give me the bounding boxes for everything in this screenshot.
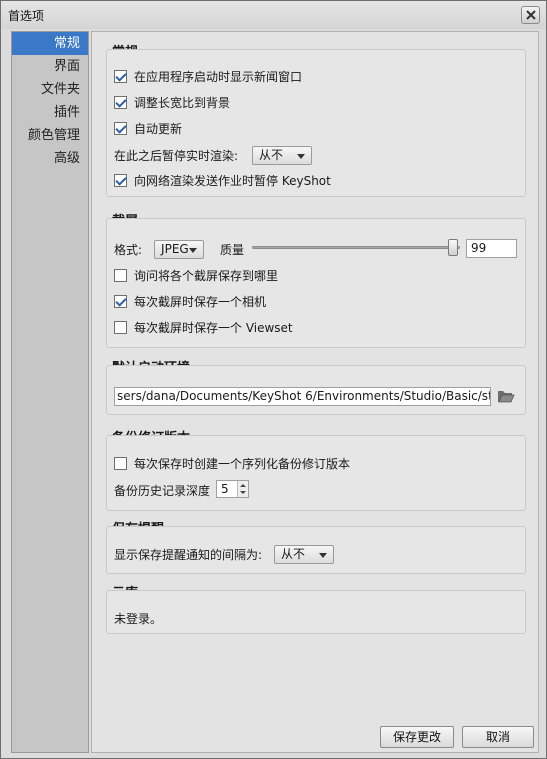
quality-slider-track[interactable] (252, 246, 460, 249)
ask-location-checkbox[interactable] (114, 269, 127, 282)
window-title: 首选项 (8, 9, 45, 23)
chevron-down-icon (297, 154, 306, 159)
quality-label: 质量 (220, 243, 245, 257)
fit-aspect-label: 调整长宽比到背景 (134, 96, 231, 110)
quality-slider-handle[interactable] (448, 239, 458, 256)
sidebar-item-advanced[interactable]: 高级 (12, 147, 88, 170)
format-value: JPEG (161, 242, 189, 256)
auto-update-label: 自动更新 (134, 122, 183, 136)
sidebar-item-general[interactable]: 常规 (12, 32, 88, 55)
save-changes-button[interactable]: 保存更改 (380, 726, 454, 748)
save-camera-row: 每次截屏时保存一个相机 (114, 293, 266, 310)
auto-update-row: 自动更新 (114, 120, 182, 137)
pause-network-row: 向网络渲染发送作业时暂停 KeyShot (114, 172, 331, 189)
save-viewset-row: 每次截屏时保存一个 Viewset (114, 319, 293, 336)
stepper-down-icon[interactable] (240, 491, 246, 494)
ask-location-label: 询问将各个截屏保存到哪里 (134, 269, 279, 283)
ask-location-row: 询问将各个截屏保存到哪里 (114, 267, 278, 284)
reminder-interval-label: 显示保存提醒通知的间隔为: (114, 548, 263, 562)
backup-depth-label: 备份历史记录深度 (114, 484, 211, 498)
backup-group (106, 435, 526, 511)
reminder-interval-dropdown[interactable]: 从不 (274, 545, 335, 564)
save-camera-label: 每次截屏时保存一个相机 (134, 295, 267, 309)
folder-open-icon[interactable] (497, 389, 515, 403)
chevron-down-icon (189, 248, 198, 253)
sidebar: 常规 界面 文件夹 插件 颜色管理 高级 (11, 31, 89, 753)
backup-depth-value: 5 (221, 482, 229, 496)
settings-panel: 常规 在应用程序启动时显示新闻窗口 调整长宽比到背景 自动更新 在此之后暂停实时… (91, 31, 539, 753)
pause-render-row: 在此之后暂停实时渲染: 从不 (114, 146, 313, 165)
stepper-buttons[interactable] (237, 481, 248, 497)
title-bar: 首选项 (1, 1, 546, 29)
environment-path-input[interactable]: sers/dana/Documents/KeyShot 6/Environmen… (114, 387, 491, 406)
close-button[interactable] (521, 6, 540, 24)
cancel-button[interactable]: 取消 (462, 726, 534, 748)
sidebar-item-color-management[interactable]: 颜色管理 (12, 124, 88, 147)
show-news-checkbox[interactable] (114, 70, 127, 83)
serialize-checkbox[interactable] (114, 457, 127, 470)
show-news-row: 在应用程序启动时显示新闻窗口 (114, 68, 302, 85)
sidebar-item-folders[interactable]: 文件夹 (12, 78, 88, 101)
show-news-label: 在应用程序启动时显示新闻窗口 (134, 70, 303, 84)
cloud-status-row: 未登录。 (114, 610, 162, 627)
auto-update-checkbox[interactable] (114, 122, 127, 135)
pause-render-value: 从不 (259, 148, 284, 162)
reminder-interval-row: 显示保存提醒通知的间隔为: 从不 (114, 545, 335, 564)
backup-depth-stepper[interactable]: 5 (216, 480, 249, 498)
format-label: 格式: (114, 243, 143, 257)
save-camera-checkbox[interactable] (114, 295, 127, 308)
cloud-status-text: 未登录。 (114, 612, 163, 626)
format-dropdown[interactable]: JPEG (154, 240, 205, 259)
serialize-row: 每次保存时创建一个序列化备份修订版本 (114, 455, 350, 472)
stepper-up-icon[interactable] (240, 484, 246, 487)
pause-render-label: 在此之后暂停实时渲染: (114, 149, 239, 163)
pause-network-checkbox[interactable] (114, 174, 127, 187)
cloud-group (106, 590, 526, 634)
pause-render-dropdown[interactable]: 从不 (252, 146, 313, 165)
close-icon (526, 10, 536, 20)
reminder-interval-value: 从不 (281, 547, 306, 561)
save-viewset-checkbox[interactable] (114, 321, 127, 334)
serialize-label: 每次保存时创建一个序列化备份修订版本 (134, 457, 351, 471)
format-row: 格式: JPEG 质量 (114, 240, 244, 259)
save-viewset-label: 每次截屏时保存一个 Viewset (134, 321, 293, 335)
fit-aspect-row: 调整长宽比到背景 (114, 94, 230, 111)
sidebar-item-plugins[interactable]: 插件 (12, 101, 88, 124)
backup-depth-row: 备份历史记录深度 (114, 482, 210, 499)
chevron-down-icon (319, 553, 328, 558)
pause-network-label: 向网络渲染发送作业时暂停 KeyShot (134, 174, 331, 188)
preferences-window: 首选项 常规 界面 文件夹 插件 颜色管理 高级 常规 在应用程序启动时显示新闻… (0, 0, 547, 759)
quality-input[interactable]: 99 (466, 239, 517, 258)
sidebar-item-interface[interactable]: 界面 (12, 55, 88, 78)
fit-aspect-checkbox[interactable] (114, 96, 127, 109)
